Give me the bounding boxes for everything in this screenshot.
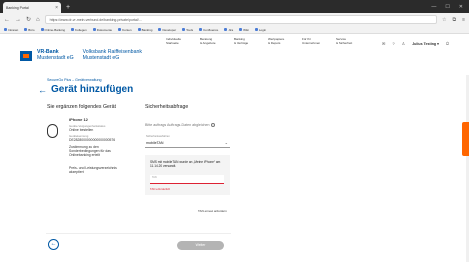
user-menu[interactable]: Julius Testing ▾ — [412, 42, 439, 46]
bookmark-item[interactable]: Tools — [182, 28, 193, 32]
user-icon[interactable]: ♙ — [402, 41, 406, 46]
bookmark-item[interactable]: Büro — [24, 28, 34, 32]
back-icon[interactable]: ← — [4, 17, 10, 23]
sms-box: SMS mit mobileTAN wurde an „Meine iPhone… — [145, 155, 230, 195]
nav-item-line2: & Verträge — [234, 40, 249, 45]
device-heading: Sie ergänzen folgendes Gerät — [47, 104, 116, 110]
tan-input[interactable]: TAN — [150, 175, 224, 184]
vr-logo-icon — [20, 50, 32, 61]
bank-logo[interactable]: VR-Bank Mustenstadt eG Volksbank Raiffei… — [20, 49, 142, 61]
logout-icon[interactable]: ⏻ — [446, 41, 449, 46]
tan-label: TAN — [152, 176, 157, 179]
bookmark-item[interactable]: Login — [255, 28, 266, 32]
extensions-icon[interactable]: ⧉ — [453, 17, 457, 23]
device-name: iPhone 12 — [69, 117, 88, 122]
bookmark-item[interactable]: Intranet — [4, 28, 18, 32]
breadcrumb[interactable]: SecureGo Plus – Gerätverwaltung — [47, 78, 102, 82]
tab-title: Banking Portal — [6, 5, 29, 10]
bookmark-star-icon[interactable]: ☆ — [442, 17, 446, 23]
bookmark-item[interactable]: Wiki — [239, 28, 249, 32]
nav-item-line2: & Angebote — [200, 40, 216, 45]
bookmark-item[interactable]: Konten — [118, 28, 132, 32]
device-status: Online bestellen — [69, 128, 94, 133]
nav-item-line2: & Sicherheit — [336, 40, 353, 45]
url-text: https://www.dr-vr-mein-verbund.de/bankin… — [49, 17, 142, 22]
feedback-tab[interactable] — [462, 122, 469, 156]
nav-item-line2: & Depots — [268, 40, 281, 45]
weiter-button[interactable]: Weiter — [177, 241, 224, 250]
browser-tabbar: Banking Portal × + — ☐ ✕ — [0, 0, 469, 13]
tan-error: TAN erforderlich — [150, 187, 171, 191]
bookmark-item[interactable]: Online-Banking — [41, 28, 66, 32]
auth-info: Bitte auftrags Auftrags-Daten abgleichen — [145, 123, 215, 128]
maximize-icon[interactable]: ☐ — [445, 2, 449, 13]
menu-icon[interactable]: ≡ — [462, 17, 465, 23]
consent-text: Zustimmung zu den Sonderbedingungen für … — [69, 145, 111, 158]
page-title: ← Gerät hinzufügen — [38, 84, 134, 95]
bookmark-item[interactable]: Dokumente — [93, 28, 112, 32]
nav-item-line2: Startseite — [166, 40, 179, 45]
select-value: mobileTAN — [146, 141, 164, 145]
nav-item[interactable]: Für Ihr Unternehmen — [302, 37, 326, 45]
bank-name-line4: Mustenstadt eG — [82, 54, 120, 61]
forward-icon[interactable]: → — [15, 17, 21, 23]
home-icon[interactable]: ⌂ — [36, 17, 40, 23]
nav-item[interactable]: Banking & Verträge — [234, 37, 258, 45]
bookmark-item[interactable]: Kollegen — [71, 28, 87, 32]
divider — [46, 233, 231, 234]
bookmark-item[interactable]: Developer — [158, 28, 176, 32]
nav-item[interactable]: Wertpapiere & Depots — [268, 37, 292, 45]
resend-tan-link[interactable]: TAN erneut anfordern — [198, 209, 227, 214]
address-bar[interactable]: https://www.dr-vr-mein-verbund.de/bankin… — [44, 15, 438, 24]
phone-icon — [47, 124, 58, 138]
nav-item[interactable]: Individuelle Startseite — [166, 37, 190, 45]
chevron-down-icon: ⌄ — [224, 140, 228, 145]
help-icon[interactable]: ? — [392, 41, 394, 46]
browser-tab[interactable]: Banking Portal × — [3, 2, 61, 13]
info-icon[interactable] — [210, 123, 215, 128]
device-id: DE2828000000000000000576 — [69, 138, 116, 143]
minimize-icon[interactable]: — — [431, 2, 436, 13]
select-label: Sicherheitsverfahren — [146, 135, 170, 138]
page-title-text: Gerät hinzufügen — [51, 84, 134, 95]
nav-item-line2: Unternehmen — [302, 40, 321, 45]
security-heading: Sicherheitsabfrage — [145, 104, 189, 110]
bookmark-item[interactable]: Banking — [138, 28, 153, 32]
mail-icon[interactable]: ✉ — [382, 41, 385, 46]
price-text: Preis- und Leistungsverzeichnis akzeptie… — [69, 166, 117, 175]
nav-item[interactable]: Beratung & Angebote — [200, 37, 224, 45]
security-method-select[interactable]: Sicherheitsverfahren mobileTAN ⌄ — [145, 132, 230, 148]
close-window-icon[interactable]: ✕ — [459, 2, 463, 13]
bookmark-item[interactable]: Jira — [224, 28, 233, 32]
bank-name-line2: Mustenstadt eG — [37, 54, 74, 61]
back-arrow-icon[interactable]: ← — [38, 85, 47, 95]
browser-toolbar: ← → ↻ ⌂ https://www.dr-vr-mein-verbund.d… — [0, 13, 469, 26]
sms-message: SMS mit mobileTAN wurde an „Meine iPhone… — [150, 160, 221, 168]
bookmark-item[interactable]: Confluence — [199, 28, 218, 32]
new-tab-icon[interactable]: + — [66, 2, 70, 13]
close-tab-icon[interactable]: × — [55, 5, 58, 11]
bookmarks-bar: Intranet Büro Online-Banking Kollegen Dokume… — [0, 26, 469, 34]
nav-item[interactable]: Service & Sicherheit — [336, 37, 360, 45]
reload-icon[interactable]: ↻ — [26, 16, 31, 23]
main-nav: Individuelle Startseite Beratung & Angebote… — [166, 37, 360, 45]
back-button[interactable]: ← — [48, 239, 59, 250]
